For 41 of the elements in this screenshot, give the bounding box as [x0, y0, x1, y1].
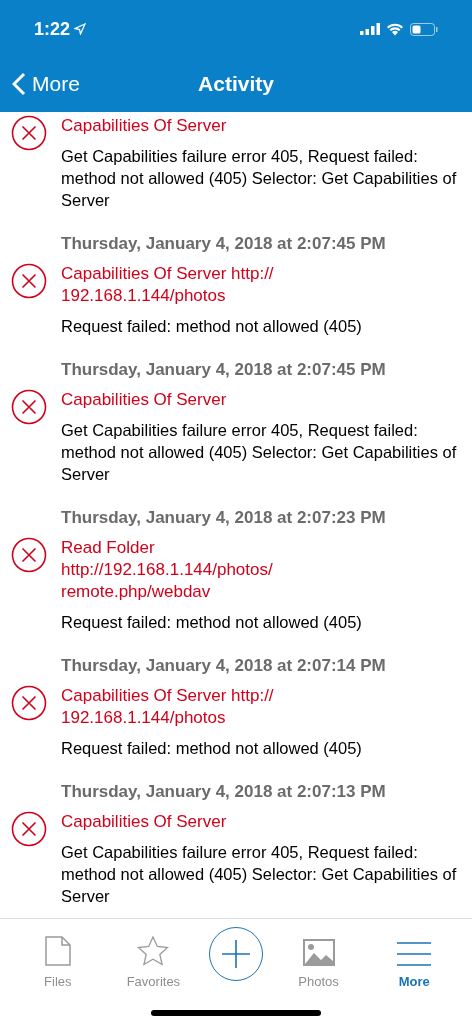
error-icon: [10, 263, 47, 299]
error-icon: [10, 811, 47, 847]
document-icon: [44, 935, 71, 966]
back-button[interactable]: More: [0, 68, 80, 100]
location-arrow-icon: [74, 23, 87, 35]
status-time: 1:22: [34, 17, 71, 41]
tab-item[interactable]: Photos: [278, 927, 359, 991]
entry-timestamp: Thursday, January 4, 2018 at 2:07:13 PM: [60, 781, 387, 803]
entry-message: Get Capabilities failure error 405, Request failed: method not allowed (405) Selector: Get Capabilities of Server: [61, 842, 458, 907]
wifi-icon: [386, 22, 404, 36]
tab-item[interactable]: More: [374, 927, 455, 991]
battery-icon: [410, 22, 438, 36]
add-button[interactable]: [209, 927, 263, 981]
image-icon: [302, 938, 335, 966]
star-icon: [137, 935, 170, 966]
entry-title: Read Folder http://192.168.1.144/photos/ remote.php/webdav: [61, 537, 274, 603]
entry-message: Request failed: method not allowed (405): [61, 612, 363, 633]
entry-message: Request failed: method not allowed (405): [61, 738, 363, 759]
tab-item[interactable]: Favorites: [113, 927, 194, 991]
entry-title: Capabilities Of Server http:// 192.168.1.144/photos: [61, 263, 275, 307]
error-icon: [10, 537, 47, 573]
plus-icon: [222, 940, 250, 968]
error-icon: [10, 389, 47, 425]
entry-title: Capabilities Of Server: [61, 115, 228, 137]
entry-title: Capabilities Of Server: [61, 389, 228, 411]
page-title: Activity: [198, 71, 274, 98]
chevron-left-icon: [12, 72, 26, 96]
entry-timestamp: Thursday, January 4, 2018 at 2:07:23 PM: [60, 507, 387, 529]
entry-title: Capabilities Of Server: [61, 811, 228, 833]
entry-message: Get Capabilities failure error 405, Request failed: method not allowed (405) Selector: Get Capabilities of Server: [61, 420, 458, 485]
error-icon: [10, 115, 47, 151]
menu-icon: [397, 941, 432, 966]
tab-item[interactable]: Files: [17, 927, 98, 991]
entry-message: Request failed: method not allowed (405): [61, 316, 363, 337]
entry-timestamp: Thursday, January 4, 2018 at 2:07:45 PM: [60, 233, 387, 255]
signal-icon: [360, 23, 380, 35]
entry-timestamp: Thursday, January 4, 2018 at 2:07:45 PM: [60, 359, 387, 381]
entry-message: Get Capabilities failure error 405, Request failed: method not allowed (405) Selector: Get Capabilities of Server: [61, 146, 458, 211]
error-icon: [10, 685, 47, 721]
entry-title: Capabilities Of Server http:// 192.168.1.144/photos: [61, 685, 275, 729]
entry-timestamp: Thursday, January 4, 2018 at 2:07:14 PM: [60, 655, 387, 677]
